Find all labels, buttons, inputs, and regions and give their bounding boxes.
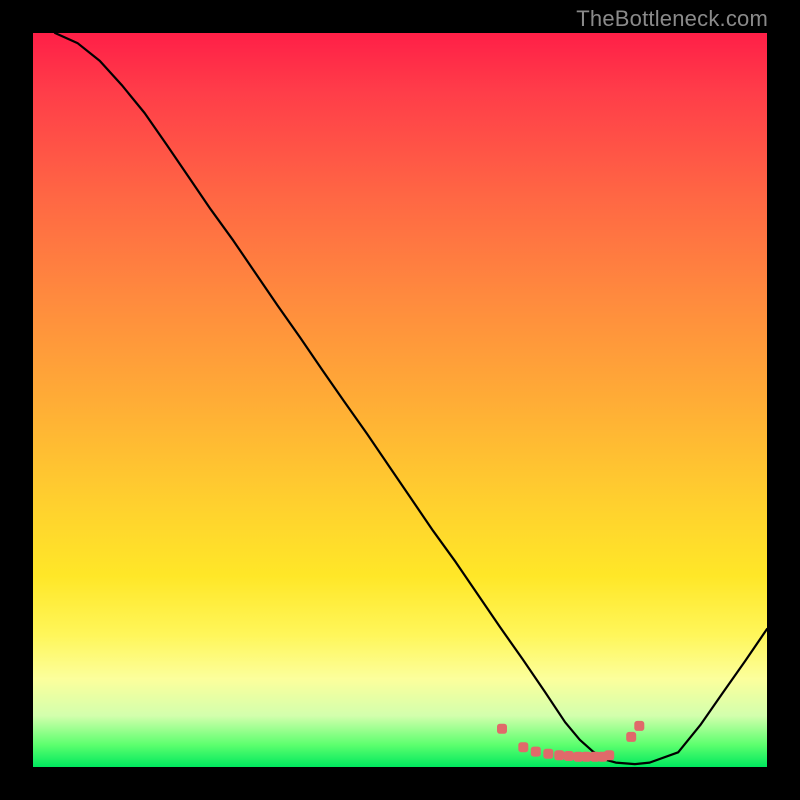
- chart-stage: TheBottleneck.com: [0, 0, 800, 800]
- plot-area: [33, 33, 767, 767]
- curve-marker: [543, 749, 553, 759]
- curve-marker: [564, 751, 574, 761]
- watermark-text: TheBottleneck.com: [576, 6, 768, 32]
- curve-marker: [581, 752, 591, 762]
- curve-marker: [634, 721, 644, 731]
- bottleneck-curve: [55, 33, 767, 764]
- curve-markers: [497, 721, 644, 762]
- curve-marker: [554, 750, 564, 760]
- curve-marker: [518, 742, 528, 752]
- curve-marker: [604, 750, 614, 760]
- curve-marker: [626, 732, 636, 742]
- curve-marker: [531, 747, 541, 757]
- curve-marker: [497, 724, 507, 734]
- chart-svg: [33, 33, 767, 767]
